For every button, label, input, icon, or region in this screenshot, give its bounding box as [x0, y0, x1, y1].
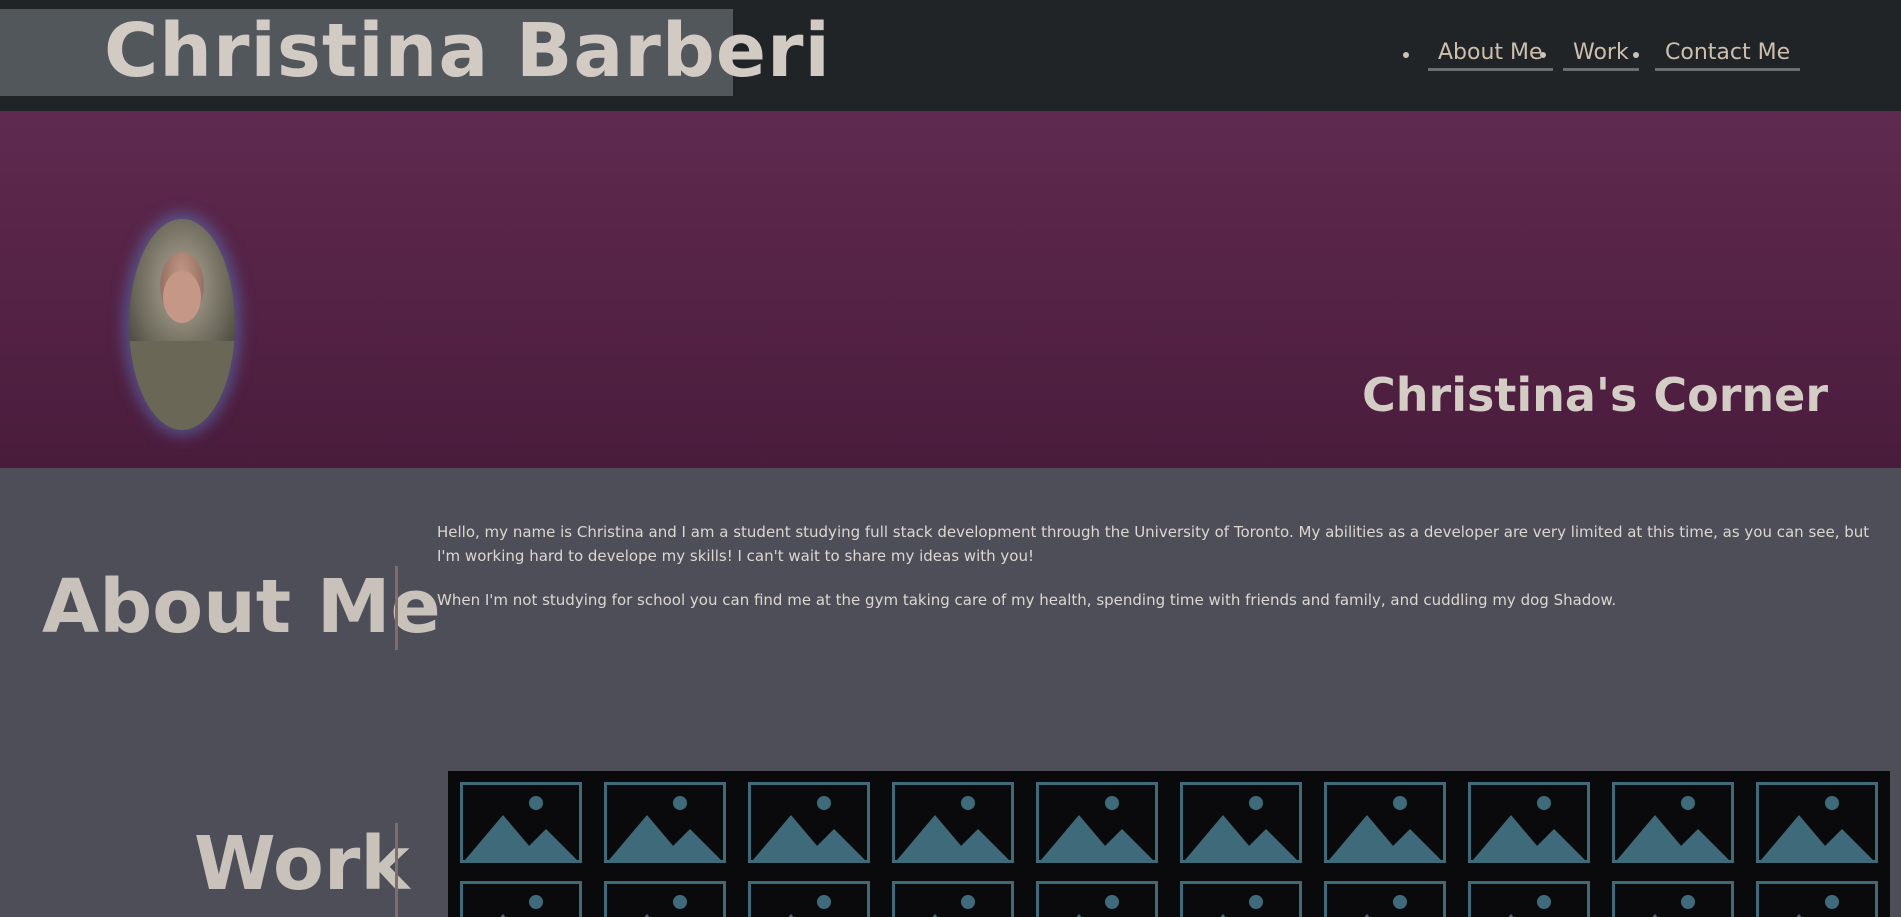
image-placeholder-icon[interactable] [1324, 782, 1446, 863]
image-placeholder-icon[interactable] [1036, 881, 1158, 917]
about-paragraph: Hello, my name is Christina and I am a s… [437, 523, 1870, 565]
image-placeholder-icon[interactable] [1036, 782, 1158, 863]
image-placeholder-icon[interactable] [1612, 881, 1734, 917]
work-gallery [448, 771, 1890, 917]
image-placeholder-icon[interactable] [1612, 782, 1734, 863]
nav-bullet-icon [1540, 52, 1546, 58]
image-placeholder-icon[interactable] [1180, 881, 1302, 917]
site-title: Christina Barberi [104, 8, 831, 94]
image-placeholder-icon[interactable] [748, 881, 870, 917]
avatar-body [129, 341, 235, 430]
about-paragraph: When I'm not studying for school you can… [437, 591, 1617, 609]
hero-banner: Christina's Corner [0, 111, 1901, 468]
about-text: Hello, my name is Christina and I am a s… [437, 520, 1897, 632]
site-header: Christina Barberi About Me Work Contact … [0, 0, 1901, 111]
avatar-face [163, 271, 201, 323]
image-placeholder-icon[interactable] [604, 782, 726, 863]
nav-bullet-icon [1403, 52, 1409, 58]
work-heading: Work [194, 821, 410, 907]
image-placeholder-icon[interactable] [1180, 782, 1302, 863]
image-placeholder-icon[interactable] [748, 782, 870, 863]
image-placeholder-icon[interactable] [1756, 881, 1878, 917]
main-nav: About Me Work Contact Me [1400, 40, 1820, 72]
site-title-box: Christina Barberi [0, 9, 830, 96]
image-placeholder-icon[interactable] [1468, 881, 1590, 917]
about-divider [395, 566, 398, 650]
about-heading: About Me [42, 564, 441, 650]
nav-link-about-me[interactable]: About Me [1428, 40, 1553, 72]
work-divider [395, 823, 398, 917]
image-placeholder-icon[interactable] [1324, 881, 1446, 917]
image-placeholder-icon[interactable] [892, 782, 1014, 863]
image-placeholder-icon[interactable] [892, 881, 1014, 917]
nav-link-contact-me[interactable]: Contact Me [1655, 40, 1801, 72]
image-placeholder-icon[interactable] [460, 881, 582, 917]
nav-link-work[interactable]: Work [1563, 40, 1639, 72]
image-placeholder-icon[interactable] [460, 782, 582, 863]
image-placeholder-icon[interactable] [1468, 782, 1590, 863]
image-placeholder-icon[interactable] [604, 881, 726, 917]
nav-bullet-icon [1633, 52, 1639, 58]
image-placeholder-icon[interactable] [1756, 782, 1878, 863]
profile-photo [129, 219, 235, 430]
hero-title: Christina's Corner [1362, 368, 1829, 422]
